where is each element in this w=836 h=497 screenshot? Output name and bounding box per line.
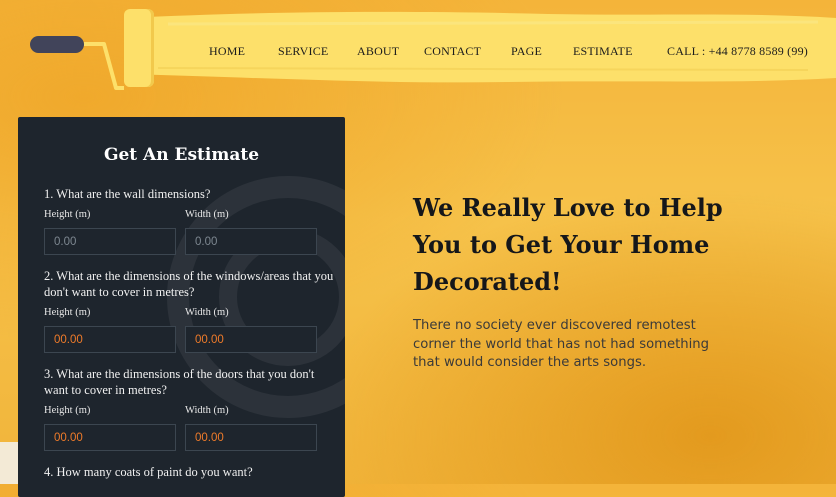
- q3-width-input[interactable]: 00.00: [185, 424, 317, 451]
- q3-height-input[interactable]: 00.00: [44, 424, 176, 451]
- hero-title: We Really Love to Help You to Get Your H…: [413, 193, 723, 296]
- question-3: 3. What are the dimensions of the doors …: [44, 367, 315, 397]
- question-1: 1. What are the wall dimensions?: [44, 187, 211, 201]
- q3-width-label: Width (m): [185, 405, 229, 416]
- q2-width-input[interactable]: 00.00: [185, 326, 317, 353]
- q3-height-label: Height (m): [44, 405, 91, 416]
- main-navigation: HOME SERVICE ABOUT CONTACT PAGE ESTIMATE…: [0, 44, 836, 60]
- nav-estimate[interactable]: ESTIMATE: [573, 44, 633, 59]
- nav-service[interactable]: SERVICE: [278, 44, 328, 59]
- q2-height-label: Height (m): [44, 307, 91, 318]
- hero-description: There no society ever discovered remotes…: [413, 318, 710, 370]
- q1-height-input[interactable]: 0.00: [44, 228, 176, 255]
- q1-height-label: Height (m): [44, 209, 91, 220]
- q2-width-label: Width (m): [185, 307, 229, 318]
- estimate-form-panel: Get An Estimate 1. What are the wall dim…: [18, 117, 345, 497]
- question-4: 4. How many coats of paint do you want?: [44, 465, 253, 479]
- nav-about[interactable]: ABOUT: [357, 44, 399, 59]
- q2-height-input[interactable]: 00.00: [44, 326, 176, 353]
- question-2: 2. What are the dimensions of the window…: [44, 269, 334, 299]
- phone-link[interactable]: CALL : +44 8778 8589 (99): [667, 44, 808, 59]
- bottom-left-strip: [0, 442, 20, 484]
- nav-contact[interactable]: CONTACT: [424, 44, 481, 59]
- q1-width-label: Width (m): [185, 209, 229, 220]
- nav-home[interactable]: HOME: [209, 44, 245, 59]
- nav-page[interactable]: PAGE: [511, 44, 542, 59]
- estimate-title: Get An Estimate: [103, 145, 260, 165]
- q1-width-input[interactable]: 0.00: [185, 228, 317, 255]
